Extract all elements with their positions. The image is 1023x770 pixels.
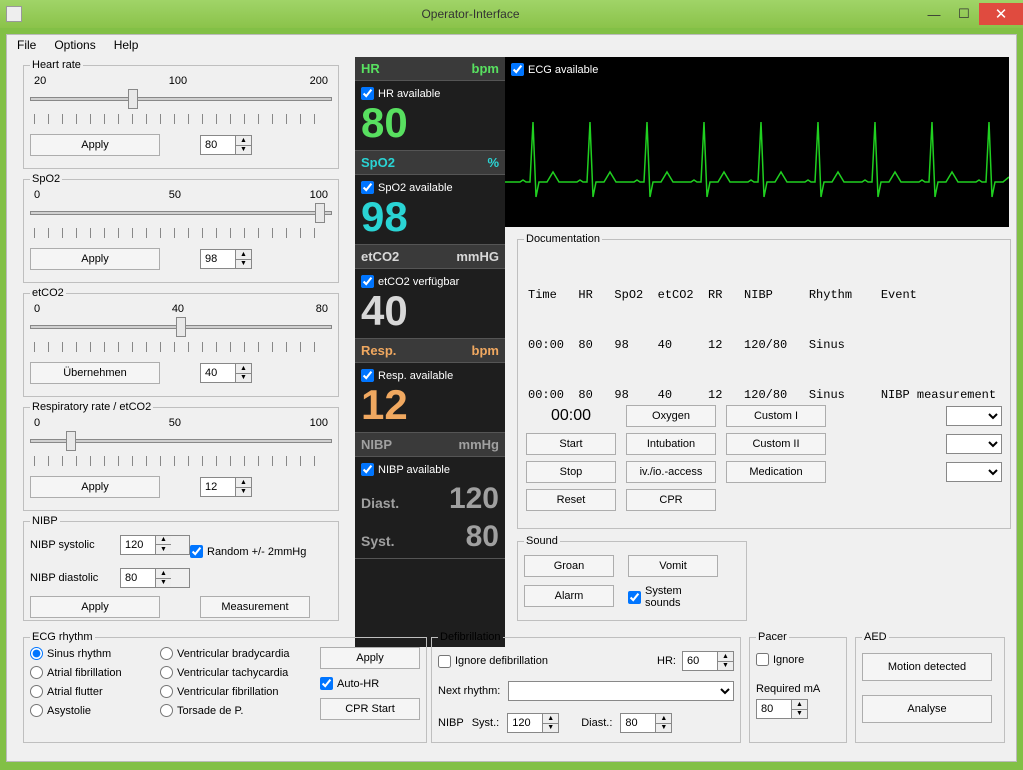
nibp-measure-button[interactable]: Measurement [200,596,310,618]
aed-legend: AED [862,631,889,643]
etco2-slider[interactable] [30,315,332,339]
defib-diast-spinner[interactable]: ▲▼ [620,713,672,733]
custom2-select[interactable] [946,434,1002,454]
nibp-sys-spinner[interactable]: ▲▼ [120,535,190,555]
hr-apply-button[interactable]: Apply [30,134,160,156]
rhythm-asystolie[interactable]: Asystolie [30,704,150,717]
defib-legend: Defibrillation [438,631,503,643]
nibp-sys-label: NIBP systolic [30,539,120,551]
app-icon [6,6,22,22]
custom1-button[interactable]: Custom I [726,405,826,427]
nibp-apply-button[interactable]: Apply [30,596,160,618]
rhythm-sinus[interactable]: Sinus rhythm [30,647,150,660]
ignore-defib-checkbox[interactable]: Ignore defibrillation [438,655,548,668]
medication-select[interactable] [946,462,1002,482]
window-title: Operator-Interface [22,7,919,21]
rhythm-torsade[interactable]: Torsade de P. [160,704,310,717]
ecg-panel: ECG available [505,57,1009,227]
rhythm-vtach[interactable]: Ventricular tachycardia [160,666,310,679]
rhythm-vfib[interactable]: Ventricular fibrillation [160,685,310,698]
rr-slider[interactable] [30,429,332,453]
nibp-legend: NIBP [30,515,60,527]
menu-file[interactable]: File [17,38,36,52]
close-button[interactable]: ✕ [979,3,1023,25]
pacer-ignore-checkbox[interactable]: Ignore [756,653,804,666]
rr-spinner[interactable]: ▲▼ [200,477,252,497]
hr-value: 80 [361,100,499,146]
reset-button[interactable]: Reset [526,489,616,511]
spo2-apply-button[interactable]: Apply [30,248,160,270]
auto-hr-checkbox[interactable]: Auto-HR [320,677,420,690]
nibp-dia-label: NIBP diastolic [30,572,120,584]
ecgr-legend: ECG rhythm [30,631,95,643]
iv-button[interactable]: iv./io.-access [626,461,716,483]
groan-button[interactable]: Groan [524,555,614,577]
nibp-dia-spinner[interactable]: ▲▼ [120,568,190,588]
spo2-spinner[interactable]: ▲▼ [200,249,252,269]
spo2-value: 98 [361,194,499,240]
defib-syst-spinner[interactable]: ▲▼ [507,713,559,733]
hr-slider[interactable] [30,87,332,111]
etco2-apply-button[interactable]: Übernehmen [30,362,160,384]
doc-legend: Documentation [524,233,602,245]
medication-button[interactable]: Medication [726,461,826,483]
ecg-waveform [505,82,1009,212]
minimize-button[interactable]: — [919,3,949,25]
nibp-syst-value: 80 [466,520,499,554]
sound-legend: Sound [524,535,560,547]
start-button[interactable]: Start [526,433,616,455]
etco2-value: 40 [361,288,499,334]
rr-legend: Respiratory rate / etCO2 [30,401,153,413]
spo2-slider[interactable] [30,201,332,225]
alarm-button[interactable]: Alarm [524,585,614,607]
system-sounds-checkbox[interactable]: System sounds [628,585,718,609]
maximize-button[interactable]: ☐ [949,3,979,25]
hr-legend: Heart rate [30,59,83,71]
custom1-select[interactable] [946,406,1002,426]
custom2-button[interactable]: Custom II [726,433,826,455]
cpr-start-button[interactable]: CPR Start [320,698,420,720]
resp-value: 12 [361,382,499,428]
monitor-column: HRbpm HR available 80 SpO2% SpO2 availab… [355,57,505,647]
rhythm-aflutter[interactable]: Atrial flutter [30,685,150,698]
hr-spinner[interactable]: ▲▼ [200,135,252,155]
defib-hr-spinner[interactable]: ▲▼ [682,651,734,671]
pacer-legend: Pacer [756,631,789,643]
cpr-button[interactable]: CPR [626,489,716,511]
doc-timer: 00:00 [526,407,616,425]
etco2-legend: etCO2 [30,287,66,299]
intubation-button[interactable]: Intubation [626,433,716,455]
pacer-ma-spinner[interactable]: ▲▼ [756,699,808,719]
rr-apply-button[interactable]: Apply [30,476,160,498]
menu-help[interactable]: Help [114,38,139,52]
nibp-diast-value: 120 [449,482,499,516]
ecg-available-checkbox[interactable]: ECG available [505,57,1009,82]
nibp-available-checkbox[interactable]: NIBP available [361,463,499,476]
analyse-button[interactable]: Analyse [862,695,992,723]
spo2-legend: SpO2 [30,173,62,185]
oxygen-button[interactable]: Oxygen [626,405,716,427]
rhythm-vbrady[interactable]: Ventricular bradycardia [160,647,310,660]
menu-options[interactable]: Options [54,38,95,52]
etco2-spinner[interactable]: ▲▼ [200,363,252,383]
ecgr-apply-button[interactable]: Apply [320,647,420,669]
next-rhythm-select[interactable] [508,681,734,701]
rhythm-afib[interactable]: Atrial fibrillation [30,666,150,679]
stop-button[interactable]: Stop [526,461,616,483]
motion-detected-button[interactable]: Motion detected [862,653,992,681]
vomit-button[interactable]: Vomit [628,555,718,577]
nibp-random-checkbox[interactable]: Random +/- 2mmHg [190,545,332,558]
